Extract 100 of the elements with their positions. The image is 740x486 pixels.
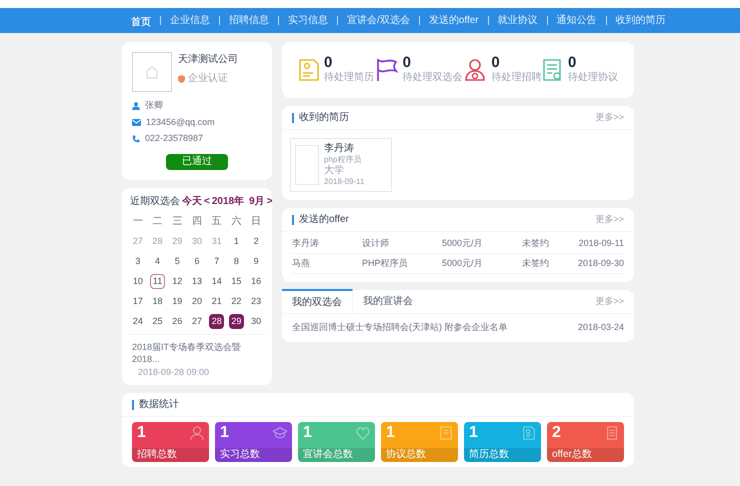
stat-label: 实习总数 [215,448,292,462]
calendar-day[interactable]: 25 [150,314,166,329]
offer-position: 设计师 [362,236,390,250]
weekday-label: 日 [251,215,262,229]
people-icon [463,58,488,82]
calendar-day[interactable]: 19 [170,294,185,309]
calendar-day[interactable]: 29 [228,314,244,329]
mail-icon [132,118,141,126]
offer-position: PHP程序员 [362,256,409,270]
document-icon [542,58,564,82]
prev-button[interactable]: < [204,194,210,208]
next-button[interactable]: > [266,194,272,208]
stat-value: 1 [220,423,229,443]
offer-date: 2018-09-11 [578,236,624,250]
company-name: 天津测试公司 [178,52,238,67]
calendar-day[interactable]: 4 [150,254,166,269]
calendar-day[interactable]: 10 [130,274,146,289]
calendar-day[interactable]: 27 [189,314,204,329]
panel-title: 收到的简历 [299,111,349,125]
calendar-day[interactable]: 20 [189,294,204,309]
calendar-day[interactable]: 23 [248,294,264,309]
contact-name: 张卿 [145,99,163,112]
pending-label: 待处理协议 [568,70,618,85]
calendar-day[interactable]: 2 [248,234,264,249]
shield-icon [178,74,185,82]
cap-icon [273,426,287,440]
weekday-label: 二 [152,215,163,229]
stat-value: 2 [552,423,561,443]
calendar-day[interactable]: 24 [130,314,146,329]
calendar-day[interactable]: 30 [248,314,264,329]
calendar-day[interactable]: 6 [189,254,204,269]
calendar-day[interactable]: 17 [130,294,146,309]
calendar-day[interactable]: 15 [228,274,244,289]
pending-label: 待处理招聘 [491,70,542,85]
panel-title: 发送的offer [299,213,349,227]
weekday-label: 四 [192,215,202,229]
candidate-education: 大学 [324,165,345,176]
calendar-day[interactable]: 21 [209,294,224,309]
calendar-day[interactable]: 18 [150,294,166,309]
offer-status: 未签约 [522,256,550,270]
certification-label: 企业认证 [188,72,228,86]
stat-value: 1 [386,423,395,443]
flag-icon [374,58,399,82]
calendar-day[interactable]: 9 [248,254,264,269]
pending-label: 待处理简历 [324,70,374,85]
photo-placeholder [295,145,319,185]
calendar-day[interactable]: 1 [228,234,244,249]
stat-label: 协议总数 [381,448,458,462]
panel-title: 数据统计 [139,398,179,412]
candidate-name: 李丹涛 [324,143,355,154]
event-time: 2018-09-28 09:00 [137,366,210,378]
weekday-label: 三 [172,215,182,229]
pending-count: 0 [491,55,501,70]
building-icon [145,65,159,79]
calendar-day[interactable]: 7 [209,254,224,269]
pending-label: 待处理双选会 [402,70,463,85]
person-icon [132,102,140,110]
calendar-day[interactable]: 13 [189,274,204,289]
year-label: 2018年 [212,194,244,208]
status-button[interactable]: 已通过 [166,154,228,170]
offer-name: 马燕 [292,256,311,270]
calendar-day[interactable]: 8 [228,254,244,269]
event-link[interactable]: 2018届IT专场春季双选会暨2018... [132,340,266,364]
offer-salary: 5000元/月 [442,256,484,270]
stat-label: offer总数 [547,448,624,462]
offer-name: 李丹涛 [292,236,320,250]
list-icon [605,426,619,440]
tab[interactable]: 我的宣讲会 [353,289,423,313]
weekday-label: 五 [212,215,222,229]
calendar-day[interactable]: 26 [170,314,185,329]
doc-icon [439,426,453,440]
calendar-day[interactable]: 16 [248,274,264,289]
tab[interactable]: 我的双选会 [282,289,353,313]
offer-salary: 5000元/月 [442,236,484,250]
phone-text: 022-23578987 [145,132,204,145]
calendar-day[interactable]: 11 [150,274,166,289]
calendar-day[interactable]: 5 [170,254,185,269]
stat-value: 1 [303,423,312,443]
stat-label: 招聘总数 [132,448,209,462]
calendar-day[interactable]: 14 [209,274,224,289]
offer-status: 未签约 [522,236,550,250]
today-button[interactable]: 今天 [182,194,202,208]
calendar-day[interactable]: 28 [209,314,224,329]
stat-value: 1 [137,423,146,443]
fair-date: 2018-03-24 [578,321,624,334]
calendar-day[interactable]: 12 [170,274,185,289]
stat-label: 宣讲会总数 [298,448,375,462]
resume-card[interactable]: 李丹涛 php程序员 大学 2018-09-11 [290,138,392,192]
stat-value: 1 [469,423,478,443]
candidate-date: 2018-09-11 [324,176,364,187]
pending-count: 0 [568,55,578,70]
stat-label: 简历总数 [464,448,541,462]
email-text: 123456@qq.com [146,116,215,129]
phone-icon [132,134,140,143]
offer-date: 2018-09-30 [578,256,624,270]
calendar-day[interactable]: 22 [228,294,244,309]
weekday-label: 六 [231,214,242,229]
calendar-day[interactable]: 3 [130,254,146,269]
fair-link[interactable]: 全国巡回博士硕士专场招聘会(天津站) 附参会企业名单 [292,321,508,335]
person-icon [190,426,204,440]
